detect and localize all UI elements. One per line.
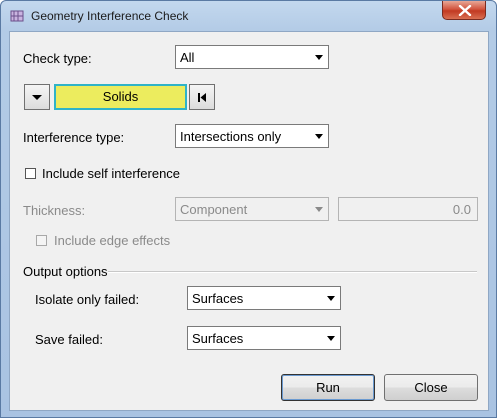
self-interference-checkbox[interactable] xyxy=(25,168,36,179)
thickness-source-dropdown[interactable]: Component xyxy=(175,197,329,221)
interference-type-dropdown[interactable]: Intersections only xyxy=(175,124,329,148)
output-options-group-label: Output options xyxy=(23,264,108,279)
run-button[interactable]: Run xyxy=(281,374,375,401)
self-interference-label: Include self interference xyxy=(42,166,181,181)
check-type-value: All xyxy=(180,50,195,65)
dialog-client: Check type: All Solids Interference type… xyxy=(9,31,489,411)
check-type-label: Check type: xyxy=(23,51,92,66)
chevron-down-icon xyxy=(315,207,323,212)
chevron-down-icon xyxy=(315,134,323,139)
thickness-label: Thickness: xyxy=(23,203,86,218)
title-bar[interactable]: Geometry Interference Check xyxy=(1,1,496,31)
dialog-window: Geometry Interference Check Check type: … xyxy=(0,0,497,418)
save-failed-value: Surfaces xyxy=(192,331,244,346)
thickness-value-field[interactable]: 0.0 xyxy=(338,197,478,221)
window-title: Geometry Interference Check xyxy=(31,9,189,23)
chevron-down-icon xyxy=(327,296,335,301)
thickness-source-value: Component xyxy=(180,202,248,217)
window-close-button[interactable] xyxy=(442,1,486,20)
interference-type-value: Intersections only xyxy=(180,129,282,144)
edge-effects-label: Include edge effects xyxy=(54,233,171,248)
save-failed-dropdown[interactable]: Surfaces xyxy=(187,326,341,350)
thickness-value: 0.0 xyxy=(452,202,471,217)
edge-effects-checkbox[interactable] xyxy=(36,235,47,246)
group-divider xyxy=(108,271,477,273)
chevron-down-icon xyxy=(327,336,335,341)
entity-selector[interactable]: Solids xyxy=(54,84,187,110)
triangle-down-icon xyxy=(32,95,42,100)
save-failed-label: Save failed: xyxy=(35,332,103,347)
interference-type-label: Interference type: xyxy=(23,130,125,145)
entity-type-menu-button[interactable] xyxy=(24,84,50,110)
close-button[interactable]: Close xyxy=(384,374,478,401)
chevron-down-icon xyxy=(315,55,323,60)
isolate-failed-dropdown[interactable]: Surfaces xyxy=(187,286,341,310)
app-icon xyxy=(10,9,24,23)
isolate-failed-value: Surfaces xyxy=(192,291,244,306)
skip-back-icon xyxy=(198,93,206,102)
reset-selection-button[interactable] xyxy=(189,84,215,110)
isolate-failed-label: Isolate only failed: xyxy=(35,292,140,307)
close-icon xyxy=(458,5,472,16)
check-type-dropdown[interactable]: All xyxy=(175,45,329,69)
